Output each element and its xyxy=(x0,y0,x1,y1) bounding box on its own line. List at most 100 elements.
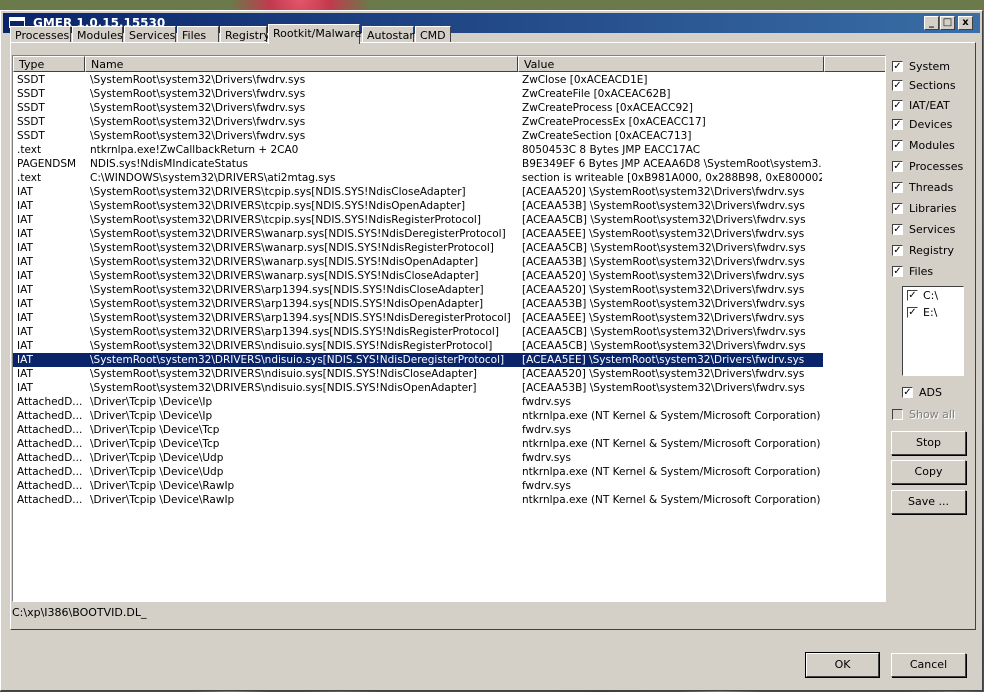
table-row[interactable]: SSDT \SystemRoot\system32\Drivers\fwdrv.s… xyxy=(13,101,823,115)
cell-value: section is writeable [0xB981A000, 0x288B… xyxy=(522,172,822,184)
cell-type: SSDT xyxy=(17,102,45,114)
drive-checkbox[interactable]: ✓ xyxy=(907,307,918,318)
table-row[interactable]: IAT \SystemRoot\system32\DRIVERS\wanarp.s… xyxy=(13,241,823,255)
table-row[interactable]: SSDT \SystemRoot\system32\Drivers\fwdrv.s… xyxy=(13,115,823,129)
threads-label: Threads xyxy=(909,181,954,194)
table-row[interactable]: AttachedD... \Driver\Tcpip \Device\Udp fwd… xyxy=(13,451,823,465)
tab-services[interactable]: Services xyxy=(124,26,176,43)
table-row[interactable]: AttachedD... \Driver\Tcpip \Device\Ip fwdr… xyxy=(13,395,823,409)
list-rows: SSDT \SystemRoot\system32\Drivers\fwdrv.s… xyxy=(13,73,823,507)
drive-list[interactable]: ✓ C:\ ✓ E:\ xyxy=(902,286,964,376)
table-row[interactable]: IAT \SystemRoot\system32\DRIVERS\ndisuio.… xyxy=(13,339,823,353)
table-row[interactable]: SSDT \SystemRoot\system32\Drivers\fwdrv.s… xyxy=(13,87,823,101)
table-row[interactable]: SSDT \SystemRoot\system32\Drivers\fwdrv.s… xyxy=(13,73,823,87)
cell-value: fwdrv.sys xyxy=(522,452,571,464)
table-row[interactable]: IAT \SystemRoot\system32\DRIVERS\wanarp.s… xyxy=(13,269,823,283)
table-row[interactable]: AttachedD... \Driver\Tcpip \Device\RawIp n… xyxy=(13,493,823,507)
system-label: System xyxy=(909,60,951,73)
cell-value: ntkrnlpa.exe (NT Kernel & System/Microso… xyxy=(522,410,821,422)
cell-value: [ACEAA520] \SystemRoot\system32\Drivers\… xyxy=(522,368,805,380)
table-row[interactable]: IAT \SystemRoot\system32\DRIVERS\wanarp.s… xyxy=(13,227,823,241)
table-row[interactable]: .text C:\WINDOWS\system32\DRIVERS\ati2mta… xyxy=(13,171,823,185)
save-button[interactable]: Save ... xyxy=(891,490,966,514)
system-checkbox[interactable]: ✓ xyxy=(892,61,903,72)
services-checkbox[interactable]: ✓ xyxy=(892,224,903,235)
ads-checkbox[interactable]: ✓ xyxy=(902,387,913,398)
cell-name: \Driver\Tcpip \Device\Tcp xyxy=(90,424,220,436)
tab-cmd[interactable]: CMD xyxy=(415,26,451,43)
cell-name: C:\WINDOWS\system32\DRIVERS\ati2mtag.sys xyxy=(90,172,336,184)
cell-type: .text xyxy=(17,144,42,156)
cell-name: NDIS.sys!NdisMIndicateStatus xyxy=(90,158,248,170)
cell-value: [ACEAA520] \SystemRoot\system32\Drivers\… xyxy=(522,284,805,296)
cell-name: \SystemRoot\system32\DRIVERS\arp1394.sys… xyxy=(90,312,511,324)
cell-type: IAT xyxy=(17,340,33,352)
stop-button[interactable]: Stop xyxy=(891,431,966,455)
cell-type: AttachedD... xyxy=(17,424,83,436)
results-list[interactable]: Type Name Value SSDT \SystemRoot\system32… xyxy=(12,55,886,602)
tab-files[interactable]: Files xyxy=(177,26,219,43)
files-checkbox[interactable]: ✓ xyxy=(892,266,903,277)
processes-checkbox[interactable]: ✓ xyxy=(892,161,903,172)
table-row[interactable]: IAT \SystemRoot\system32\DRIVERS\tcpip.sy… xyxy=(13,199,823,213)
ok-button[interactable]: OK xyxy=(805,652,880,678)
modules-checkbox[interactable]: ✓ xyxy=(892,140,903,151)
table-row[interactable]: IAT \SystemRoot\system32\DRIVERS\ndisuio.… xyxy=(13,381,823,395)
table-row[interactable]: SSDT \SystemRoot\system32\Drivers\fwdrv.s… xyxy=(13,129,823,143)
cell-type: IAT xyxy=(17,228,33,240)
cell-value: fwdrv.sys xyxy=(522,396,571,408)
libraries-checkbox[interactable]: ✓ xyxy=(892,203,903,214)
table-row[interactable]: AttachedD... \Driver\Tcpip \Device\Tcp ntk… xyxy=(13,437,823,451)
maximize-button[interactable]: □ xyxy=(940,16,955,30)
table-row[interactable]: AttachedD... \Driver\Tcpip \Device\RawIp f… xyxy=(13,479,823,493)
iat-eat-checkbox[interactable]: ✓ xyxy=(892,100,903,111)
cell-value: [ACEAA5CB] \SystemRoot\system32\Drivers\… xyxy=(522,326,806,338)
table-row[interactable]: IAT \SystemRoot\system32\DRIVERS\tcpip.sy… xyxy=(13,185,823,199)
cell-value: [ACEAA53B] \SystemRoot\system32\Drivers\… xyxy=(522,256,805,268)
table-row[interactable]: AttachedD... \Driver\Tcpip \Device\Tcp fwd… xyxy=(13,423,823,437)
table-row[interactable]: IAT \SystemRoot\system32\DRIVERS\wanarp.s… xyxy=(13,255,823,269)
cell-type: IAT xyxy=(17,186,33,198)
table-row[interactable]: IAT \SystemRoot\system32\DRIVERS\ndisuio.… xyxy=(13,367,823,381)
cell-value: [ACEAA5CB] \SystemRoot\system32\Drivers\… xyxy=(522,214,806,226)
table-row[interactable]: AttachedD... \Driver\Tcpip \Device\Udp ntk… xyxy=(13,465,823,479)
cell-type: AttachedD... xyxy=(17,480,83,492)
copy-button[interactable]: Copy xyxy=(891,460,966,484)
table-row[interactable]: IAT \SystemRoot\system32\DRIVERS\ndisuio.… xyxy=(13,353,823,367)
table-row[interactable]: IAT \SystemRoot\system32\DRIVERS\tcpip.sy… xyxy=(13,213,823,227)
registry-checkbox[interactable]: ✓ xyxy=(892,245,903,256)
processes-label: Processes xyxy=(909,160,964,173)
sections-checkbox[interactable]: ✓ xyxy=(892,80,903,91)
minimize-button[interactable]: _ xyxy=(924,16,939,30)
column-header-value[interactable]: Value xyxy=(518,56,824,72)
table-row[interactable]: IAT \SystemRoot\system32\DRIVERS\arp1394.… xyxy=(13,325,823,339)
column-header-type[interactable]: Type xyxy=(13,56,85,72)
tab-autostart[interactable]: Autostart xyxy=(362,26,418,43)
cell-type: IAT xyxy=(17,200,33,212)
tab-rootkit-malware[interactable]: Rootkit/Malware xyxy=(268,24,361,44)
tab-modules[interactable]: Modules xyxy=(72,26,123,43)
cell-value: [ACEAA5CB] \SystemRoot\system32\Drivers\… xyxy=(522,340,806,352)
tab-registry[interactable]: Registry xyxy=(220,26,270,43)
column-header-name[interactable]: Name xyxy=(85,56,518,72)
tab-processes[interactable]: Processes xyxy=(10,26,71,43)
close-button[interactable]: x xyxy=(958,16,973,30)
status-path: C:\xp\I386\BOOTVID.DL_ xyxy=(12,606,147,619)
table-row[interactable]: .text ntkrnlpa.exe!ZwCallbackReturn + 2CA… xyxy=(13,143,823,157)
table-row[interactable]: IAT \SystemRoot\system32\DRIVERS\arp1394.… xyxy=(13,297,823,311)
table-row[interactable]: IAT \SystemRoot\system32\DRIVERS\arp1394.… xyxy=(13,311,823,325)
cell-type: AttachedD... xyxy=(17,438,83,450)
table-row[interactable]: PAGENDSM NDIS.sys!NdisMIndicateStatus B9E3… xyxy=(13,157,823,171)
registry-label: Registry xyxy=(909,244,955,257)
table-row[interactable]: IAT \SystemRoot\system32\DRIVERS\arp1394.… xyxy=(13,283,823,297)
devices-checkbox[interactable]: ✓ xyxy=(892,119,903,130)
table-row[interactable]: AttachedD... \Driver\Tcpip \Device\Ip ntkr… xyxy=(13,409,823,423)
sections-label: Sections xyxy=(909,79,956,92)
cancel-button[interactable]: Cancel xyxy=(891,653,966,677)
cell-type: IAT xyxy=(17,326,33,338)
cell-type: IAT xyxy=(17,256,33,268)
drive-checkbox[interactable]: ✓ xyxy=(907,290,918,301)
threads-checkbox[interactable]: ✓ xyxy=(892,182,903,193)
cell-name: \SystemRoot\system32\DRIVERS\ndisuio.sys… xyxy=(90,368,478,380)
show-all-label: Show all xyxy=(909,408,956,421)
